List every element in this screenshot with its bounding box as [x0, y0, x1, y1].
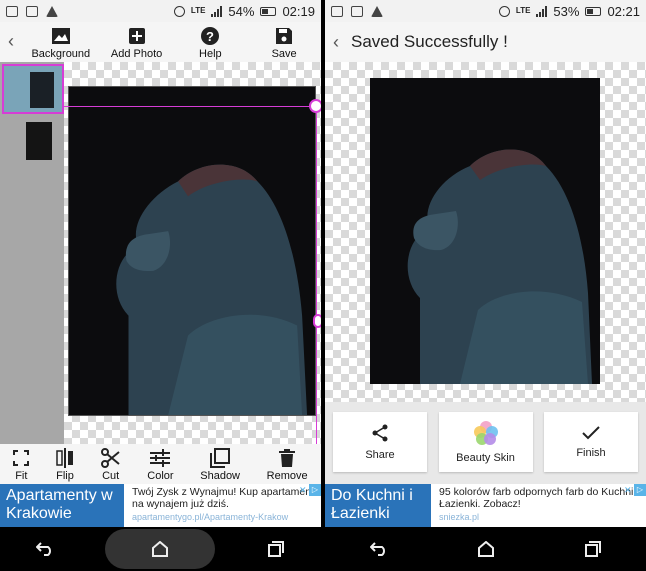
network-type: LTE: [190, 6, 206, 15]
ad-url: apartamentygo.pl/Apartamenty-Krakow: [132, 512, 289, 522]
cut-button[interactable]: Cut: [100, 444, 121, 482]
save-button[interactable]: Save: [247, 22, 321, 60]
finish-button[interactable]: Finish: [544, 412, 638, 472]
sliders-icon: [150, 448, 171, 468]
clock: 02:19: [282, 3, 315, 19]
background-button[interactable]: Background: [22, 22, 100, 60]
checkmark-icon: [582, 426, 600, 440]
help-icon: ?: [200, 26, 220, 46]
ad-close-icon[interactable]: ✕: [299, 484, 309, 496]
nav-back-button[interactable]: [349, 532, 409, 566]
shadow-icon: [210, 448, 231, 468]
editor-screen: LTE 54% 02:19 ‹ Background Add Photo ? H…: [0, 0, 321, 571]
add-photo-button[interactable]: Add Photo: [100, 22, 174, 60]
remove-button[interactable]: Remove: [267, 444, 308, 482]
nav-home-button[interactable]: [105, 529, 216, 569]
selection-border-top: [64, 106, 317, 107]
shadow-button[interactable]: Shadow: [200, 444, 240, 482]
ad-text: 95 kolorów farb odpornych farb do Kuchni…: [439, 486, 639, 510]
ad-url: sniezka.pl: [439, 512, 480, 522]
ad-headline[interactable]: Do Kuchni i Łazienki: [325, 484, 431, 527]
ad-choices-icon[interactable]: ▷: [309, 484, 321, 496]
back-icon[interactable]: ‹: [0, 22, 22, 60]
layer-thumbnail[interactable]: [26, 122, 52, 160]
action-row: Share Beauty Skin Finish: [325, 402, 646, 484]
fit-button[interactable]: Fit: [13, 444, 30, 482]
back-icon[interactable]: ‹: [325, 23, 347, 61]
flip-button[interactable]: Flip: [56, 444, 74, 482]
back-arrow-icon: [369, 542, 385, 556]
ad-headline[interactable]: Apartamenty w Krakowie: [0, 484, 124, 527]
ad-body[interactable]: 95 kolorów farb odpornych farb do Kuchni…: [431, 484, 646, 527]
recents-icon: [584, 541, 601, 557]
app-header: ‹ Saved Successfully !: [325, 22, 646, 62]
save-icon: [275, 26, 293, 46]
ad-choices-icon[interactable]: ▷: [634, 484, 646, 496]
gallery-icon: [26, 5, 38, 17]
flip-icon: [56, 448, 74, 468]
color-button[interactable]: Color: [147, 444, 174, 482]
battery-percent: 53%: [553, 3, 580, 19]
saved-screen: LTE 53% 02:21 ‹ Saved Successfully ! Sha…: [325, 0, 646, 571]
scissors-icon: [100, 448, 121, 468]
signal-icon: [211, 5, 223, 17]
resize-handle[interactable]: [313, 314, 321, 328]
beauty-skin-icon: [473, 421, 498, 445]
nav-bar: [325, 527, 646, 571]
home-icon: [477, 541, 494, 557]
clock: 02:21: [607, 3, 640, 19]
help-button[interactable]: ? Help: [173, 22, 247, 60]
nav-recents-button[interactable]: [563, 532, 623, 566]
share-icon: [372, 424, 388, 442]
layer-thumbnail-photo: [30, 72, 54, 108]
nav-recents-button[interactable]: [246, 532, 306, 566]
recents-icon: [267, 541, 284, 557]
drive-icon: [371, 5, 383, 17]
add-photo-icon: [127, 26, 147, 46]
alarm-icon: [498, 5, 510, 17]
selection-border-right: [316, 106, 317, 444]
beauty-skin-button[interactable]: Beauty Skin: [438, 412, 533, 472]
page-title: Saved Successfully !: [351, 32, 508, 51]
battery-percent: 54%: [228, 3, 255, 19]
bottom-toolbar: Fit Flip Cut Color Shadow Remove: [0, 444, 321, 484]
saved-gorilla-photo: [370, 78, 600, 384]
nav-bar: [0, 527, 321, 571]
share-button[interactable]: Share: [333, 412, 427, 472]
ad-banner[interactable]: Apartamenty w Krakowie Twój Zysk z Wynaj…: [0, 484, 321, 527]
trash-icon: [279, 448, 296, 468]
preview-area: [325, 62, 646, 402]
svg-text:?: ?: [206, 29, 214, 44]
background-image-icon: [51, 26, 71, 46]
layer-list: [0, 62, 64, 444]
nav-home-button[interactable]: [456, 532, 516, 566]
home-icon: [152, 541, 169, 557]
ad-body[interactable]: Twój Zysk z Wynajmu! Kup apartament na w…: [124, 484, 321, 527]
status-bar: LTE 54% 02:19: [0, 0, 321, 22]
status-bar: LTE 53% 02:21: [325, 0, 646, 22]
ad-banner[interactable]: Do Kuchni i Łazienki 95 kolorów farb odp…: [325, 484, 646, 527]
alarm-icon: [173, 5, 185, 17]
signal-icon: [536, 5, 548, 17]
network-type: LTE: [515, 6, 531, 15]
nav-back-button[interactable]: [15, 532, 75, 566]
notification-icon: [331, 5, 343, 17]
fit-icon: [13, 448, 30, 468]
gorilla-photo[interactable]: [68, 86, 316, 416]
rotate-handle[interactable]: [309, 99, 321, 113]
battery-icon: [260, 6, 277, 16]
edit-canvas[interactable]: [0, 62, 321, 444]
top-toolbar: ‹ Background Add Photo ? Help Save: [0, 22, 321, 62]
ad-text: Twój Zysk z Wynajmu! Kup apartament na w…: [132, 486, 314, 510]
gallery-icon: [351, 5, 363, 17]
ad-close-icon[interactable]: ✕: [624, 484, 634, 496]
back-arrow-icon: [36, 542, 52, 556]
layer-thumbnail-selected[interactable]: [2, 64, 64, 114]
notification-icon: [6, 5, 18, 17]
drive-icon: [46, 5, 58, 17]
battery-icon: [585, 6, 602, 16]
